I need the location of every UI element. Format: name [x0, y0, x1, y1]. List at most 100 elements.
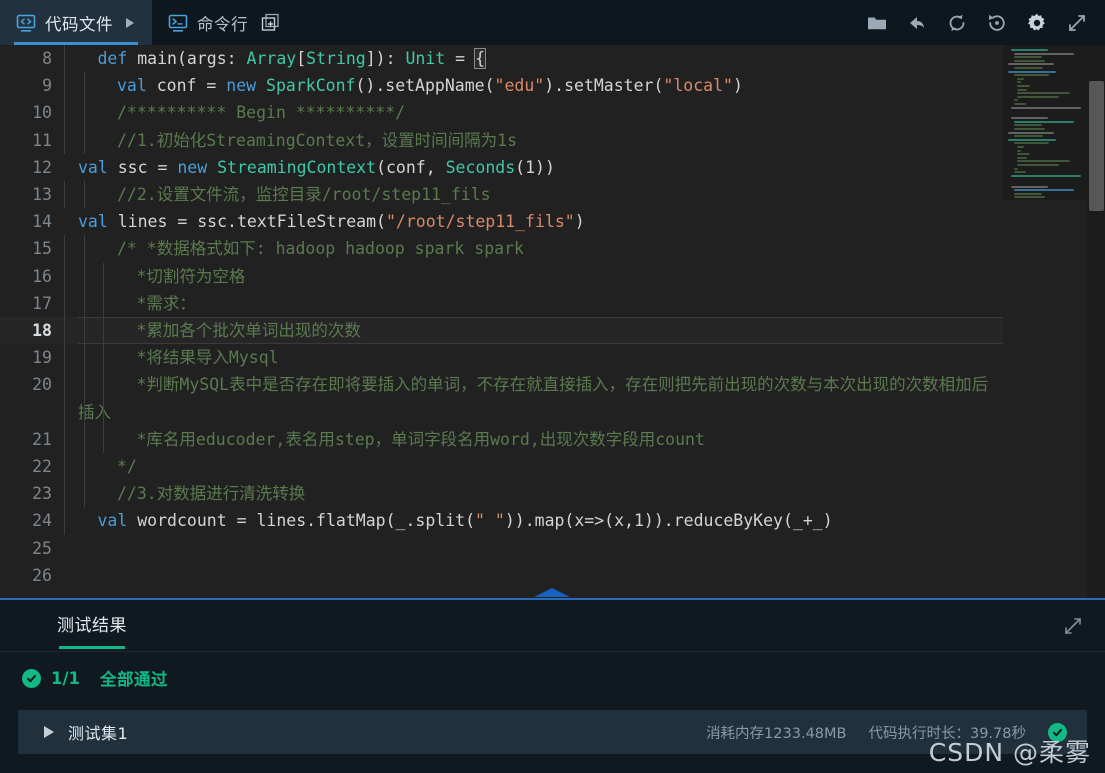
educoder-ide: 代码文件 命令行 8 def main(args: Array[String])…	[0, 0, 1105, 773]
code-line[interactable]: 11 //1.初始化StreamingContext，设置时间间隔为1s	[0, 126, 1003, 154]
code-editor[interactable]: 8 def main(args: Array[String]): Unit = {…	[0, 45, 1105, 598]
code-line[interactable]: 24 val wordcount = lines.flatMap(_.split(…	[0, 507, 1003, 535]
minimap-line	[1014, 189, 1074, 192]
code-line-text: */	[62, 453, 1003, 481]
code-line[interactable]: 9 val conf = new SparkConf().setAppName("…	[0, 72, 1003, 100]
watermark: CSDN @柔雾	[928, 738, 1091, 767]
code-line-text: //2.设置文件流，监控目录/root/step11_fils	[62, 181, 1003, 209]
code-line[interactable]: 26	[0, 562, 1003, 589]
code-line[interactable]: 17 *需求：	[0, 289, 1003, 318]
minimap-line	[1017, 92, 1071, 95]
undo-icon[interactable]	[906, 12, 928, 34]
indent-guide	[103, 317, 104, 345]
indent-guide	[103, 289, 104, 318]
line-number: 10	[32, 103, 52, 123]
line-number: 25	[32, 538, 52, 558]
indent-guide	[83, 99, 85, 127]
code-line[interactable]: 19 *将结果导入Mysql	[0, 344, 1003, 372]
code-line[interactable]: 25	[0, 535, 1003, 562]
minimap-line	[1014, 56, 1042, 59]
panel-expand-icon[interactable]	[1063, 616, 1083, 636]
expand-icon[interactable]	[1066, 12, 1088, 34]
minimap-line	[1017, 77, 1024, 80]
code-line[interactable]: 18 *累加各个批次单词出现的次数	[0, 317, 1003, 345]
code-line[interactable]: 22 */	[0, 453, 1003, 481]
indent-guide	[103, 371, 104, 426]
minimap-line	[1017, 149, 1021, 152]
editor-scrollbar[interactable]	[1087, 45, 1105, 598]
minimap-line	[1017, 88, 1028, 91]
minimap-line	[1014, 196, 1046, 199]
indent-guide	[83, 262, 85, 290]
code-line[interactable]: 20 *判断MySQL表中是否存在即将要插入的单词，不存在就直接插入，存在则把先前…	[0, 371, 1003, 426]
tab-command-line-label: 命令行	[197, 14, 248, 34]
minimap-line	[1008, 63, 1054, 66]
line-number: 15	[32, 239, 52, 259]
indent-guide	[83, 344, 85, 372]
line-number: 20	[32, 375, 52, 395]
tab-command-line[interactable]: 命令行	[152, 0, 298, 45]
scrollbar-thumb[interactable]	[1089, 81, 1104, 211]
minimap-line	[1014, 120, 1074, 123]
indent-guide	[83, 480, 85, 508]
code-line[interactable]: 16 *切割符为空格	[0, 262, 1003, 290]
indent-guide	[64, 262, 65, 290]
line-number: 11	[32, 130, 52, 150]
tab-strip: 代码文件 命令行	[0, 0, 298, 45]
add-terminal-icon[interactable]	[261, 13, 280, 32]
minimap-line	[1017, 153, 1031, 156]
minimap-line	[1011, 174, 1082, 177]
indent-guide	[64, 480, 65, 508]
history-icon[interactable]	[986, 12, 1008, 34]
code-line[interactable]: 8 def main(args: Array[String]): Unit = {	[0, 45, 1003, 73]
indent-guide	[64, 99, 65, 127]
code-line-text: *累加各个批次单词出现的次数	[62, 317, 1003, 345]
minimap-line	[1008, 131, 1054, 134]
line-number: 14	[32, 212, 52, 232]
play-caret-icon[interactable]	[126, 17, 134, 28]
code-line[interactable]: 10 /********** Begin **********/	[0, 99, 1003, 127]
test-case-row[interactable]: 测试集1 消耗内存1233.48MB 代码执行时长：39.78秒	[18, 710, 1087, 754]
indent-guide	[103, 262, 104, 290]
refresh-icon[interactable]	[946, 12, 968, 34]
minimap-line	[1017, 160, 1071, 163]
line-number: 8	[42, 49, 52, 68]
indent-guide	[64, 453, 65, 481]
code-line[interactable]: 23 //3.对数据进行清洗转换	[0, 480, 1003, 508]
minimap-line	[1008, 138, 1057, 141]
line-number: 16	[32, 266, 52, 286]
minimap-line	[1014, 167, 1018, 170]
indent-guide	[64, 45, 65, 73]
minimap-line	[1014, 66, 1044, 69]
code-line-text: /* *数据格式如下: hadoop hadoop spark spark	[62, 235, 1003, 263]
code-file-icon	[16, 13, 36, 33]
check-circle-icon	[22, 668, 41, 688]
code-line-text: val conf = new SparkConf().setAppName("e…	[62, 72, 1003, 100]
code-line[interactable]: 21 *库名用educoder,表名用step，单词字段名用word,出现次数字段…	[0, 425, 1003, 454]
code-line[interactable]: 14 val lines = ssc.textFileStream("/root/…	[0, 208, 1003, 235]
code-lines[interactable]: 8 def main(args: Array[String]): Unit = {…	[0, 45, 1003, 598]
test-status-text: 全部通过	[100, 670, 168, 689]
code-line[interactable]: 15 /* *数据格式如下: hadoop hadoop spark spark	[0, 235, 1003, 263]
code-line[interactable]: 12 val ssc = new StreamingContext(conf, S…	[0, 154, 1003, 181]
tab-test-result[interactable]: 测试结果	[57, 611, 127, 649]
minimap-line	[1017, 146, 1024, 149]
indent-guide	[64, 72, 65, 100]
tab-code-file[interactable]: 代码文件	[0, 0, 152, 45]
top-toolbar	[866, 0, 1105, 45]
chevron-right-icon[interactable]	[44, 726, 54, 738]
folder-icon[interactable]	[866, 12, 888, 34]
indent-guide	[64, 371, 65, 426]
code-line-text: //3.对数据进行清洗转换	[62, 480, 1003, 508]
minimap-line	[1014, 52, 1074, 55]
minimap-line	[1011, 49, 1049, 51]
line-number: 26	[32, 565, 52, 585]
test-case-label: 测试集1	[68, 724, 129, 743]
code-line[interactable]: 13 //2.设置文件流，监控目录/root/step11_fils	[0, 181, 1003, 209]
indent-guide	[64, 126, 65, 154]
memory-usage-text: 消耗内存1233.48MB	[706, 725, 847, 742]
line-number: 17	[32, 293, 52, 313]
minimap-line	[1014, 102, 1027, 105]
gear-icon[interactable]	[1026, 12, 1048, 34]
code-minimap[interactable]	[1003, 45, 1087, 200]
